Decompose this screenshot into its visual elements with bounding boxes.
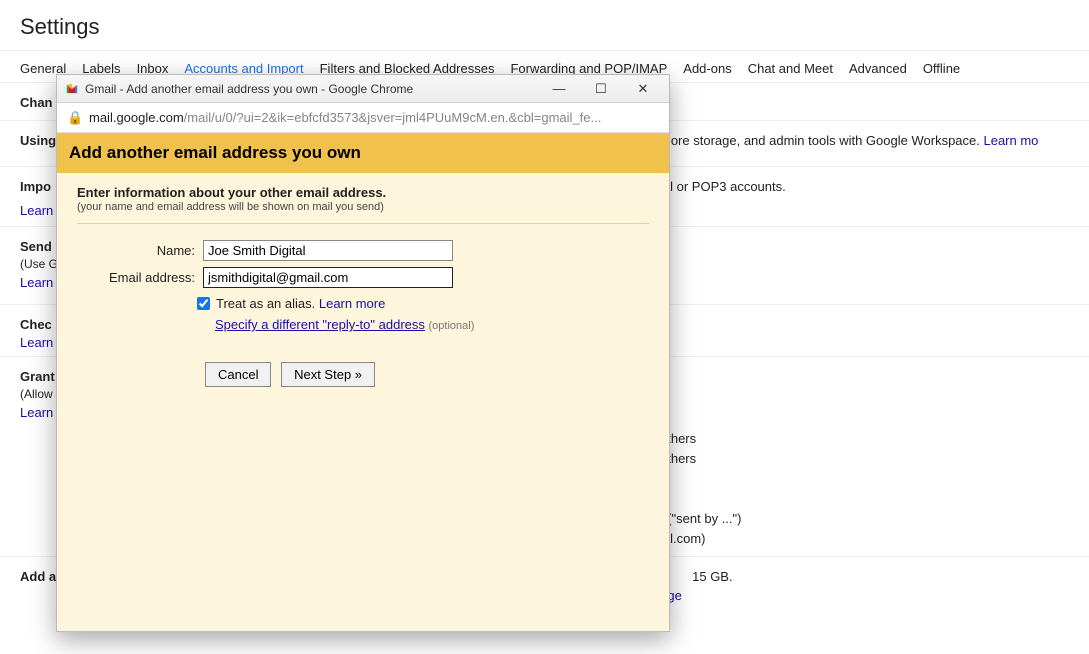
tab-offline[interactable]: Offline bbox=[923, 61, 960, 76]
popup-instruction: Enter information about your other email… bbox=[77, 185, 649, 200]
alias-text: Treat as an alias. bbox=[216, 296, 315, 311]
tab-chat-meet[interactable]: Chat and Meet bbox=[748, 61, 833, 76]
grant-others1: others bbox=[660, 429, 1069, 449]
popup-header: Add another email address you own bbox=[57, 133, 669, 173]
popup-body: Add another email address you own Enter … bbox=[57, 133, 669, 631]
learn-more-link[interactable]: Learn mo bbox=[983, 133, 1038, 148]
section-label: Add a bbox=[20, 569, 56, 584]
page-title: Settings bbox=[0, 0, 1089, 50]
learn-link[interactable]: Learn bbox=[20, 405, 53, 420]
window-minimize-icon[interactable]: — bbox=[545, 81, 573, 97]
send-sub: (Use G bbox=[20, 257, 58, 271]
window-maximize-icon[interactable]: ☐ bbox=[587, 81, 615, 97]
popup-sub-instruction: (your name and email address will be sho… bbox=[77, 201, 649, 213]
tab-advanced[interactable]: Advanced bbox=[849, 61, 907, 76]
email-field[interactable] bbox=[203, 267, 453, 288]
grant-sub: (Allow bbox=[20, 387, 53, 401]
window-titlebar: Gmail - Add another email address you ow… bbox=[57, 75, 669, 103]
next-step-button[interactable]: Next Step » bbox=[281, 362, 375, 387]
name-label: Name: bbox=[77, 243, 203, 258]
learn-link[interactable]: Learn bbox=[20, 335, 53, 350]
lock-icon: 🔒 bbox=[67, 110, 81, 126]
learn-link[interactable]: Learn bbox=[20, 275, 53, 290]
optional-text: (optional) bbox=[429, 320, 475, 332]
reply-to-link[interactable]: Specify a different "reply-to" address bbox=[215, 317, 425, 332]
alias-checkbox[interactable] bbox=[197, 297, 210, 310]
alias-learn-more-link[interactable]: Learn more bbox=[319, 296, 385, 311]
address-bar[interactable]: 🔒 mail.google.com/mail/u/0/?ui=2&ik=ebfc… bbox=[57, 103, 669, 133]
popup-window: Gmail - Add another email address you ow… bbox=[56, 74, 670, 632]
name-field[interactable] bbox=[203, 240, 453, 261]
grant-others2: others bbox=[660, 449, 1069, 469]
email-label: Email address: bbox=[77, 270, 203, 285]
window-close-icon[interactable]: ✕ bbox=[629, 81, 657, 97]
grant-sentby: t ("sent by ...") bbox=[660, 509, 1069, 529]
storage-gb: 15 GB. bbox=[692, 569, 732, 584]
cancel-button[interactable]: Cancel bbox=[205, 362, 271, 387]
window-title: Gmail - Add another email address you ow… bbox=[85, 82, 545, 96]
url-rest: /mail/u/0/?ui=2&ik=ebfcfd3573&jsver=jml4… bbox=[184, 110, 602, 125]
tab-addons[interactable]: Add-ons bbox=[683, 61, 731, 76]
divider bbox=[77, 223, 649, 224]
grant-ailcom: ail.com) bbox=[660, 529, 1069, 549]
gmail-icon bbox=[65, 82, 79, 96]
using-text: more storage, and admin tools with Googl… bbox=[660, 133, 983, 148]
import-text: ail or POP3 accounts. bbox=[660, 179, 786, 194]
learn-link[interactable]: Learn bbox=[20, 203, 53, 218]
url-host: mail.google.com bbox=[89, 110, 184, 125]
